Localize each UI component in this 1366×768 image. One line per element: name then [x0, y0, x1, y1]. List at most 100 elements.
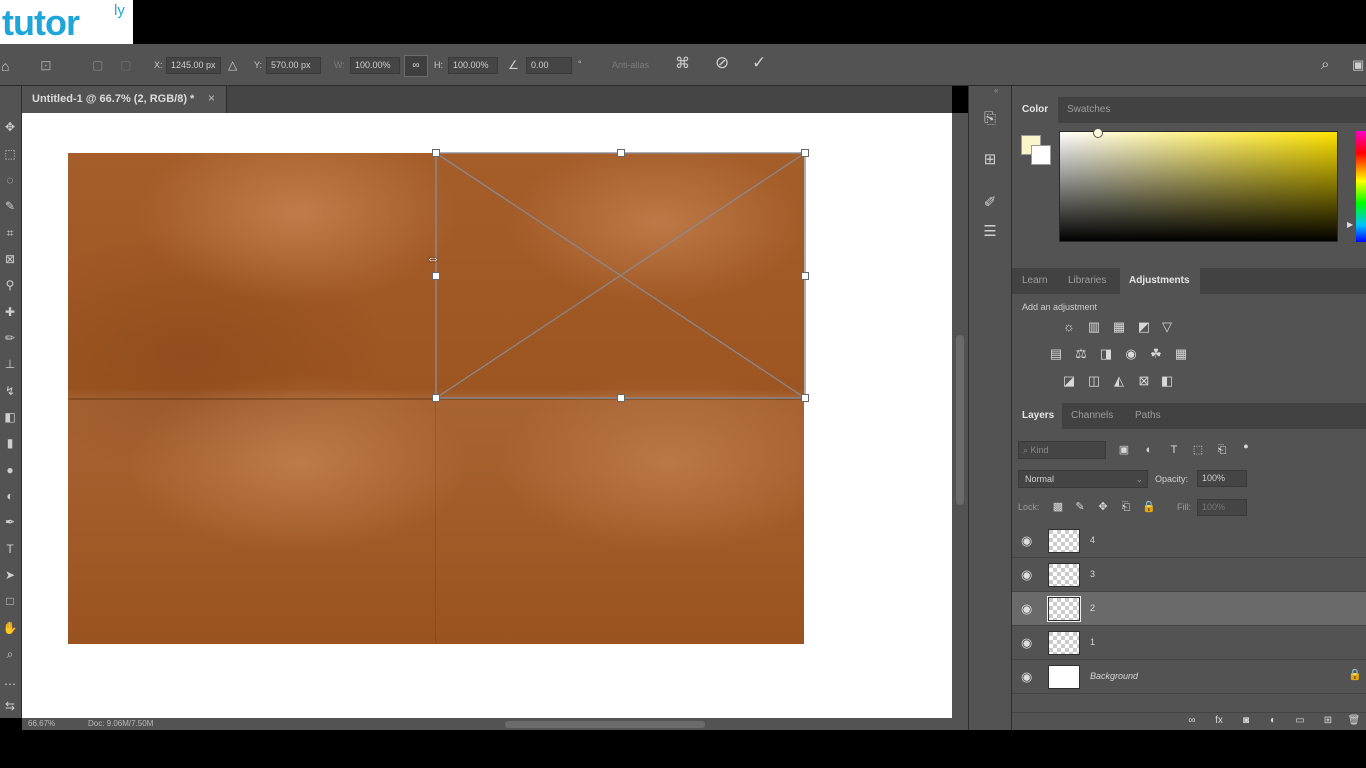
hue-slider-marker-icon[interactable]: ▶	[1347, 220, 1353, 229]
crop-tool-icon[interactable]: ⌗	[2, 225, 18, 241]
color-swap-icon[interactable]: ⇆	[2, 698, 18, 714]
color-picker-field[interactable]	[1059, 131, 1338, 242]
reference-point-toggle-icon[interactable]: ▢	[120, 58, 131, 72]
vibrance-icon[interactable]: ▽	[1157, 318, 1177, 336]
transform-handle-left[interactable]	[432, 272, 440, 280]
eyedropper-tool-icon[interactable]: ⚲	[2, 277, 18, 293]
visibility-eye-icon[interactable]: ◉	[1021, 601, 1032, 617]
workspace-icon[interactable]: ▣	[1352, 58, 1364, 72]
anti-alias-checkbox[interactable]: Anti-alias	[612, 60, 649, 70]
brush-tool-icon[interactable]: ✏	[2, 330, 18, 346]
layer-name[interactable]: 2	[1090, 603, 1095, 613]
document-info[interactable]: Doc: 9.06M/7.50M	[88, 719, 153, 728]
selective-color-icon[interactable]: ⊠	[1134, 372, 1154, 390]
blend-mode-select[interactable]: Normal ⌄	[1018, 470, 1148, 488]
threshold-icon[interactable]: ◭	[1109, 372, 1129, 390]
invert-icon[interactable]: ◪	[1059, 372, 1079, 390]
rotation-field[interactable]: 0.00	[526, 57, 572, 74]
black-white-icon[interactable]: ◨	[1096, 345, 1116, 363]
filter-shape-icon[interactable]: ⬚	[1188, 441, 1208, 459]
history-panel-icon[interactable]: ⎘	[978, 110, 1002, 132]
filter-type-icon[interactable]: T	[1164, 441, 1184, 459]
properties-panel-icon[interactable]: ⊞	[978, 150, 1002, 172]
collapse-panels-icon[interactable]: «	[994, 86, 998, 95]
layer-name[interactable]: 1	[1090, 637, 1095, 647]
visibility-eye-icon[interactable]: ◉	[1021, 567, 1032, 583]
lock-pixels-icon[interactable]: ✎	[1070, 498, 1090, 516]
tab-layers[interactable]: Layers	[1022, 410, 1054, 421]
layer-mask-icon[interactable]: ◙	[1236, 712, 1256, 730]
cancel-transform-icon[interactable]: ⊘	[715, 54, 729, 71]
clone-stamp-tool-icon[interactable]: ⊥	[2, 356, 18, 372]
lasso-tool-icon[interactable]: ◌	[2, 172, 18, 188]
background-color-swatch[interactable]	[1031, 145, 1051, 165]
tab-libraries[interactable]: Libraries	[1068, 275, 1106, 286]
visibility-eye-icon[interactable]: ◉	[1021, 533, 1032, 549]
transform-handle-bottom[interactable]	[617, 394, 625, 402]
height-field[interactable]: 100.00%	[448, 57, 498, 74]
filter-adjustment-icon[interactable]: ◐	[1139, 441, 1159, 459]
color-lookup-icon[interactable]: ▦	[1171, 345, 1191, 363]
eraser-tool-icon[interactable]: ◧	[2, 409, 18, 425]
levels-icon[interactable]: ▥	[1084, 318, 1104, 336]
transform-handle-right[interactable]	[801, 272, 809, 280]
link-icon[interactable]: ∞	[404, 55, 428, 77]
brush-settings-icon[interactable]: ✐	[978, 193, 1002, 215]
background-layer-name[interactable]: Background	[1090, 671, 1138, 681]
marquee-tool-icon[interactable]: ⬚	[2, 146, 18, 162]
posterize-icon[interactable]: ◫	[1084, 372, 1104, 390]
tab-learn[interactable]: Learn	[1022, 275, 1048, 286]
background-layer-thumbnail[interactable]	[1048, 665, 1080, 689]
filter-smart-object-icon[interactable]: ⎗	[1212, 441, 1232, 459]
color-balance-icon[interactable]: ⚖	[1071, 345, 1091, 363]
transform-handle-bottom-right[interactable]	[801, 394, 809, 402]
photo-filter-icon[interactable]: ◉	[1121, 345, 1141, 363]
gradient-tool-icon[interactable]: ▮	[2, 435, 18, 451]
search-icon[interactable]: ⌕	[1321, 57, 1329, 72]
path-select-tool-icon[interactable]: ➤	[2, 567, 18, 583]
lock-position-icon[interactable]: ✥	[1093, 498, 1113, 516]
filter-toggle-icon[interactable]: ●	[1236, 437, 1256, 455]
commit-transform-icon[interactable]: ✓	[752, 54, 766, 71]
close-tab-icon[interactable]: ×	[208, 91, 215, 105]
tab-swatches[interactable]: Swatches	[1067, 104, 1110, 115]
zoom-level[interactable]: 66.67%	[28, 719, 55, 728]
hand-tool-icon[interactable]: ✋	[2, 620, 18, 636]
layer-filter-field[interactable]: ⌕ Kind	[1018, 441, 1106, 459]
transform-handle-top-right[interactable]	[801, 149, 809, 157]
lock-all-icon[interactable]: 🔒	[1139, 498, 1159, 516]
blur-tool-icon[interactable]: ●	[2, 462, 18, 478]
layer-thumbnail[interactable]	[1047, 596, 1081, 622]
transform-bounding-box[interactable]	[430, 148, 812, 406]
move-tool-icon[interactable]: ✥	[2, 119, 18, 135]
color-picker-cursor[interactable]	[1093, 128, 1103, 138]
layer-name[interactable]: 3	[1090, 569, 1095, 579]
zoom-tool-icon[interactable]: ⌕	[2, 646, 18, 662]
curves-icon[interactable]: ▦	[1109, 318, 1129, 336]
transform-handle-top-left[interactable]	[432, 149, 440, 157]
visibility-eye-icon[interactable]: ◉	[1021, 635, 1032, 651]
hue-saturation-icon[interactable]: ▤	[1046, 345, 1066, 363]
new-adjustment-layer-icon[interactable]: ◐	[1263, 712, 1283, 730]
pen-tool-icon[interactable]: ✒	[2, 514, 18, 530]
adjust-sliders-icon[interactable]: ☰	[978, 222, 1002, 244]
layer-name[interactable]: 4	[1090, 535, 1095, 545]
delete-layer-icon[interactable]: 🗑	[1344, 712, 1364, 730]
layer-thumbnail[interactable]	[1048, 631, 1080, 655]
vertical-scroll-thumb[interactable]	[956, 335, 964, 505]
dodge-tool-icon[interactable]: ◐	[2, 488, 18, 504]
frame-tool-icon[interactable]: ⊠	[2, 251, 18, 267]
warp-icon[interactable]: ⌘	[675, 56, 690, 71]
x-position-field[interactable]: 1245.00 px	[166, 57, 221, 74]
lock-artboard-icon[interactable]: ⎗	[1116, 498, 1136, 516]
reference-point-icon[interactable]: ▢	[92, 58, 103, 72]
healing-tool-icon[interactable]: ✚	[2, 304, 18, 320]
filter-pixel-icon[interactable]: ▣	[1114, 441, 1134, 459]
tab-adjustments[interactable]: Adjustments	[1129, 275, 1190, 286]
shape-tool-icon[interactable]: □	[2, 593, 18, 609]
fill-field[interactable]: 100%	[1197, 499, 1247, 516]
width-field[interactable]: 100.00%	[350, 57, 400, 74]
link-layers-icon[interactable]: ∞	[1182, 712, 1202, 730]
exposure-icon[interactable]: ◩	[1134, 318, 1154, 336]
transform-handle-top[interactable]	[617, 149, 625, 157]
